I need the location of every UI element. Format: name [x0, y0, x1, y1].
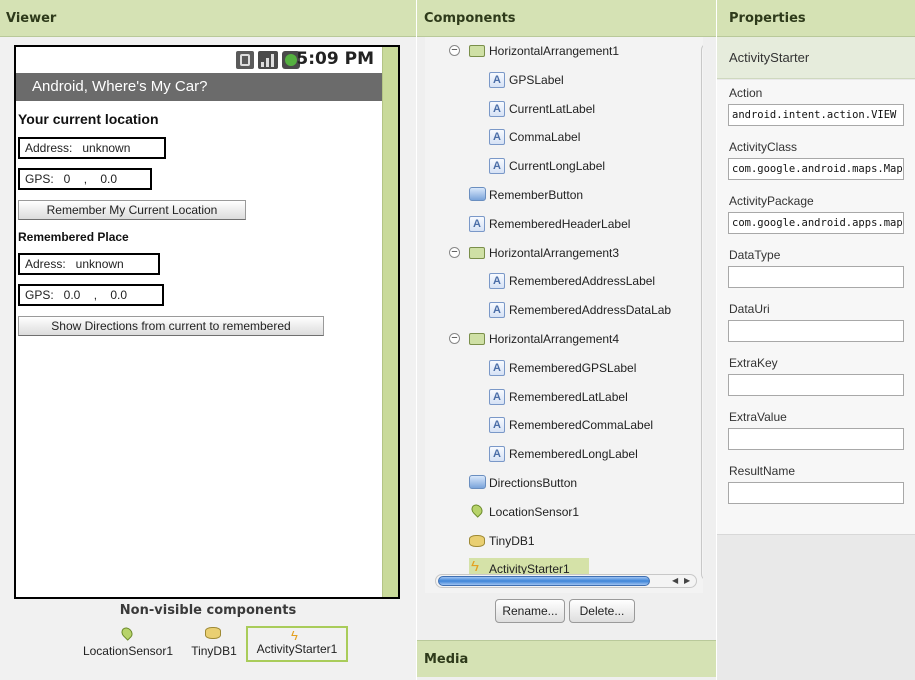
tree-item-label: RememberedCommaLabel — [509, 418, 654, 433]
location-sensor-icon — [469, 502, 485, 518]
usb-status-icon — [236, 51, 254, 69]
tree-vertical-scrollbar[interactable]: ▲ ▼ — [701, 43, 703, 581]
label-icon: A — [489, 273, 505, 290]
tree-item-label: RememberedLatLabel — [509, 389, 628, 404]
nonvisible-tinydb[interactable]: TinyDB1 — [184, 626, 244, 662]
horizontal-arrangement-icon — [469, 246, 485, 259]
tree-horizontal-scrollbar[interactable]: ◀ ▶ — [435, 574, 697, 588]
label-icon: A — [489, 388, 505, 405]
remember-button[interactable]: Remember My Current Location — [18, 200, 246, 220]
viewer-header: Viewer — [0, 0, 416, 37]
components-header: Components — [417, 0, 716, 37]
tree-item-label: GPSLabel — [509, 72, 564, 87]
collapse-toggle-icon[interactable]: − — [449, 246, 460, 258]
label-icon: A — [489, 302, 505, 319]
nonvisible-activity-starter[interactable]: ϟ ActivityStarter1 — [246, 626, 348, 662]
property-label-datatype: DataType — [729, 248, 781, 262]
property-input-activityclass[interactable]: com.google.android.maps.MapsActivity — [728, 158, 904, 180]
property-label-activityclass: ActivityClass — [729, 140, 798, 154]
tree-item-label: RememberButton — [489, 188, 584, 202]
label-icon: A — [489, 158, 505, 175]
tree-item-label: CommaLabel — [509, 130, 581, 145]
tree-item-label: HorizontalArrangement1 — [489, 44, 620, 58]
horizontal-scroll-thumb[interactable] — [438, 576, 650, 586]
property-label-extrakey: ExtraKey — [729, 356, 778, 370]
property-input-action[interactable]: android.intent.action.VIEW — [728, 104, 904, 126]
media-header: Media — [417, 640, 716, 677]
tree-item-label: LocationSensor1 — [489, 504, 580, 519]
button-icon — [469, 475, 486, 489]
button-icon — [469, 187, 486, 201]
label-icon: A — [469, 215, 485, 232]
directions-button[interactable]: Show Directions from current to remember… — [18, 316, 324, 336]
property-label-datauri: DataUri — [729, 302, 770, 316]
selected-component-name: ActivityStarter — [717, 37, 915, 79]
property-input-datauri[interactable] — [728, 320, 904, 342]
properties-header: Properties — [717, 0, 915, 37]
tree-item-label: DirectionsButton — [489, 476, 578, 490]
current-location-heading: Your current location — [18, 111, 159, 127]
nonvisible-label: LocationSensor1 — [82, 644, 174, 658]
tree-item-label: RememberedHeaderLabel — [489, 216, 631, 231]
phone-scrollbar — [382, 47, 398, 597]
database-icon — [469, 534, 485, 547]
property-label-resultname: ResultName — [729, 464, 796, 478]
nonvisible-label: TinyDB1 — [191, 644, 237, 658]
gps-arrangement[interactable]: GPS: 0 , 0.0 — [18, 168, 152, 190]
viewer-panel: 5:09 PM Android, Where's My Car? Your cu… — [0, 37, 416, 680]
signal-icon — [258, 51, 278, 69]
label-icon: A — [489, 129, 505, 146]
collapse-toggle-icon[interactable]: − — [449, 45, 460, 56]
label-icon: A — [489, 71, 505, 88]
scroll-left-icon[interactable]: ◀ — [672, 576, 678, 585]
tree-item-label: RememberedAddressLabel — [509, 274, 656, 289]
address-arrangement[interactable]: Address: unknown — [18, 137, 166, 159]
nonvisible-location-sensor[interactable]: LocationSensor1 — [76, 625, 180, 662]
activity-starter-icon: ϟ — [291, 628, 298, 643]
collapse-toggle-icon[interactable]: − — [449, 333, 460, 344]
status-bar: 5:09 PM — [16, 47, 382, 73]
tree-item-label: CurrentLongLabel — [509, 159, 606, 174]
horizontal-arrangement-icon — [469, 333, 485, 345]
tree-item-label: CurrentLatLabel — [509, 101, 596, 116]
tree-item-label: RememberedGPSLabel — [509, 360, 637, 375]
tree-item-label: TinyDB1 — [489, 533, 535, 548]
property-label-extravalue: ExtraValue — [729, 410, 787, 424]
delete-button[interactable]: Delete... — [569, 599, 635, 623]
component-tree: − HorizontalArrangement1 A GPSLabel A Current… — [425, 37, 703, 593]
property-input-extrakey[interactable] — [728, 374, 904, 396]
location-sensor-icon — [119, 625, 135, 641]
properties-panel: ActivityStarter Action android.intent.act… — [717, 37, 915, 680]
property-label-action: Action — [729, 86, 763, 100]
property-input-activitypackage[interactable]: com.google.android.apps.maps — [728, 212, 904, 234]
label-icon: A — [489, 359, 505, 376]
phone-screen: 5:09 PM Android, Where's My Car? Your cu… — [14, 45, 400, 599]
app-title-bar: Android, Where's My Car? — [16, 73, 382, 101]
properties-list: Action android.intent.action.VIEW Activity… — [717, 80, 915, 535]
label-icon: A — [489, 446, 505, 463]
label-icon: A — [489, 100, 505, 117]
remembered-gps-arrangement[interactable]: GPS: 0.0 , 0.0 — [18, 284, 164, 306]
horizontal-arrangement-icon — [469, 45, 485, 57]
nonvisible-label: ActivityStarter1 — [256, 642, 338, 656]
tree-item-label: HorizontalArrangement4 — [489, 332, 620, 346]
tree-item-label: RememberedLongLabel — [509, 447, 638, 462]
property-input-resultname[interactable] — [728, 482, 904, 504]
status-time: 5:09 PM — [296, 49, 374, 69]
rename-button[interactable]: Rename... — [495, 599, 565, 623]
database-icon — [205, 627, 221, 639]
scroll-right-icon[interactable]: ▶ — [684, 576, 690, 585]
components-panel: − HorizontalArrangement1 A GPSLabel A Current… — [417, 37, 716, 680]
non-visible-title: Non-visible components — [119, 603, 297, 618]
remembered-place-heading: Remembered Place — [18, 230, 129, 244]
property-input-datatype[interactable] — [728, 266, 904, 288]
label-icon: A — [489, 417, 505, 434]
tree-item-label: HorizontalArrangement3 — [489, 245, 620, 260]
property-label-activitypackage: ActivityPackage — [729, 194, 814, 208]
tree-item-label: RememberedAddressDataLab — [509, 303, 672, 318]
property-input-extravalue[interactable] — [728, 428, 904, 450]
remembered-address-arrangement[interactable]: Adress: unknown — [18, 253, 160, 275]
